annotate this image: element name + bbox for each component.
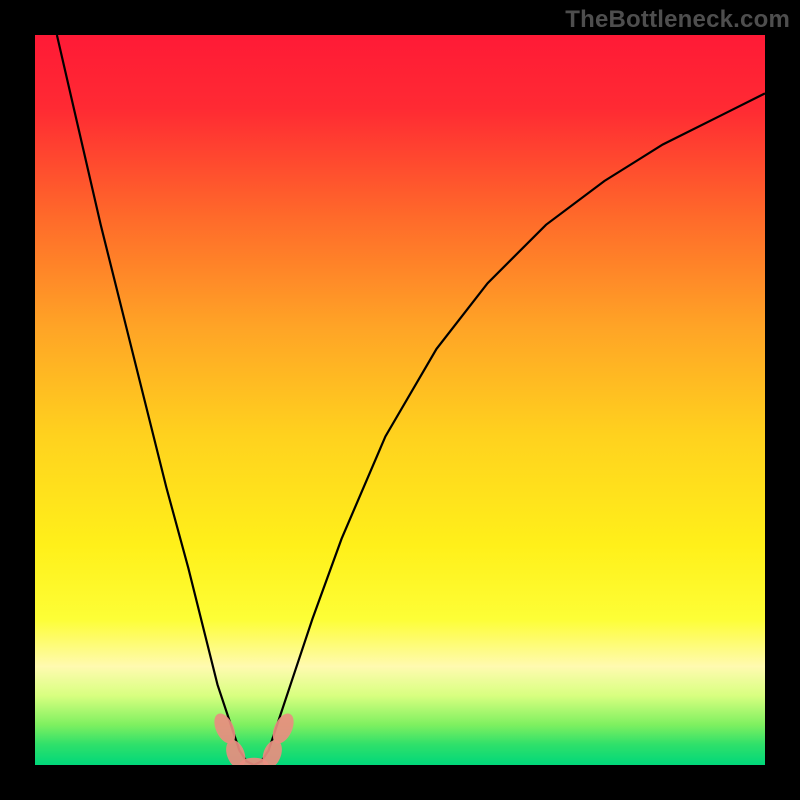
plot-area	[35, 35, 765, 765]
bottleneck-curve	[57, 35, 765, 765]
curve-layer	[35, 35, 765, 765]
data-markers	[210, 710, 298, 765]
chart-frame: TheBottleneck.com	[0, 0, 800, 800]
watermark-text: TheBottleneck.com	[565, 6, 790, 34]
